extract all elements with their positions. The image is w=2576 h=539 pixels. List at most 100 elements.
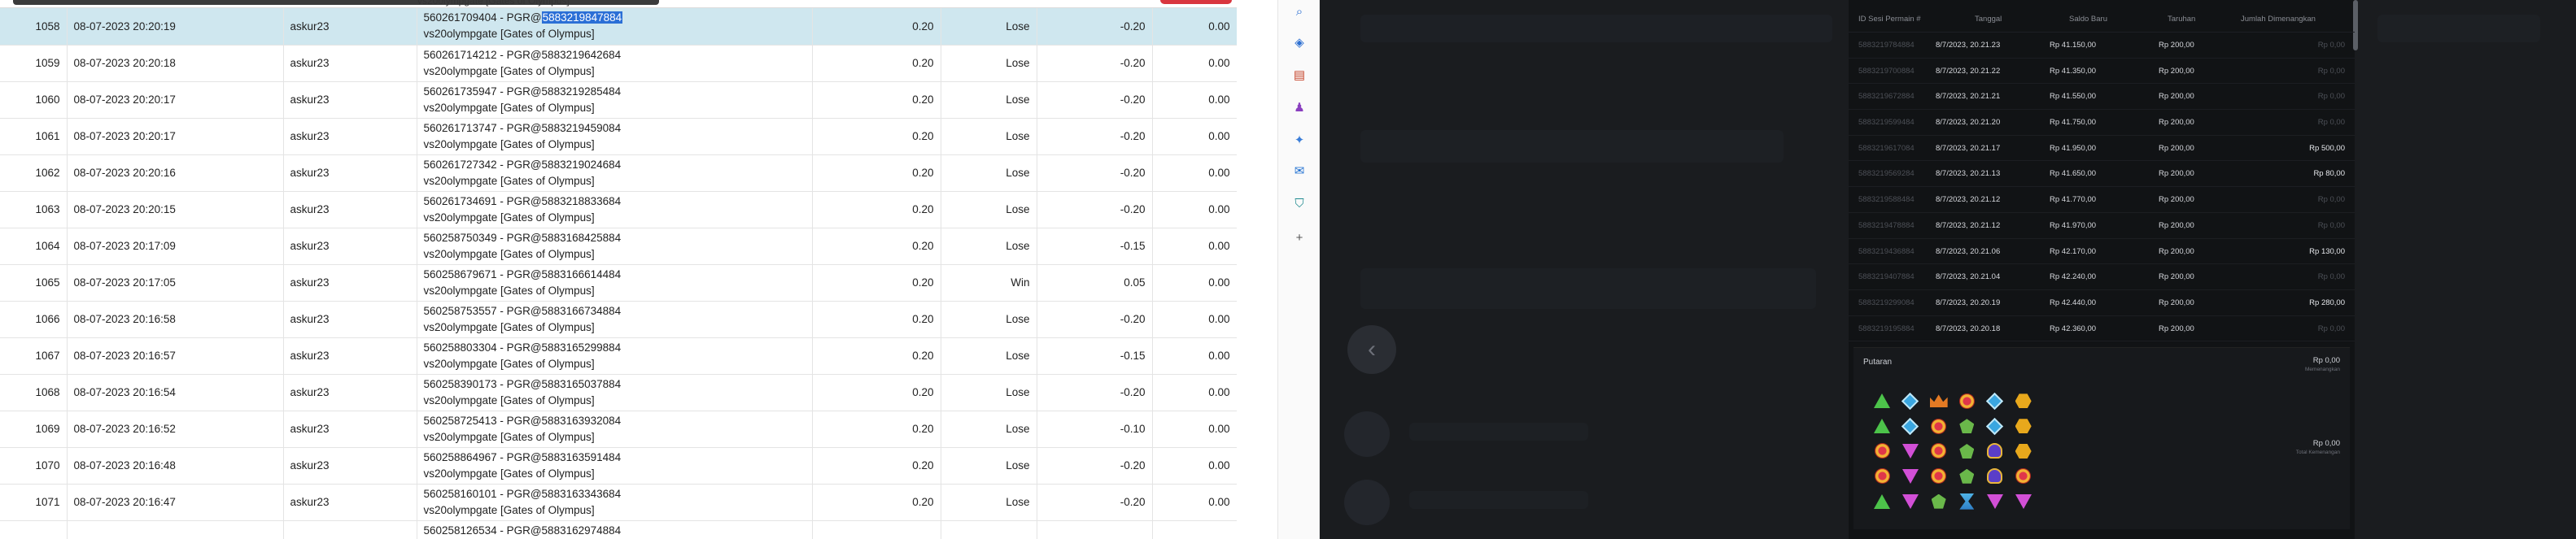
table-row[interactable]: 1059 08-07-2023 20:20:18 askur23 5602617142…	[0, 45, 1237, 82]
description-line: 560261713747 - PGR@5883219459084	[424, 120, 806, 137]
row-win-loss: -0.15	[1037, 228, 1153, 265]
table-row[interactable]: 1068 08-07-2023 20:16:54 askur23 5602583901…	[0, 374, 1237, 411]
row-user: askur23	[283, 374, 417, 411]
list-item[interactable]: 5883219588484 8/7/2023, 20.21.12 Rp 41.770…	[1849, 187, 2355, 213]
tag-icon[interactable]: ◈	[1291, 34, 1308, 50]
table-row[interactable]: 1061 08-07-2023 20:20:17 askur23 5602617137…	[0, 118, 1237, 155]
list-item[interactable]: 5883219195884 8/7/2023, 20.20.18 Rp 42.360…	[1849, 316, 2355, 342]
session-bet: Rp 200,00	[2159, 272, 2194, 282]
crown-symbol-icon	[1929, 394, 1948, 408]
description-line: 560261727342 - PGR@5883219024684	[424, 157, 806, 173]
row-number: 1067	[0, 337, 68, 375]
session-date: 8/7/2023, 20.20.19	[1936, 298, 2001, 307]
slot-cell	[2011, 465, 2036, 487]
add-icon[interactable]: +	[1291, 229, 1308, 246]
people-icon[interactable]: ♟	[1291, 99, 1308, 115]
description-game: vs20olympgate [Gates of Olympus]	[423, 247, 595, 260]
outlook-icon[interactable]: ✉	[1291, 163, 1308, 179]
row-result: Lose	[941, 411, 1037, 448]
row-balance: 0.00	[1152, 118, 1237, 155]
list-item[interactable]: 5883219700884 8/7/2023, 20.21.22 Rp 41.350…	[1849, 59, 2355, 85]
slot-cell	[1983, 465, 2008, 487]
slot-cell	[1954, 490, 1980, 512]
dtri-symbol-icon	[1901, 468, 1919, 484]
row-date: 08-07-2023 20:16:57	[67, 337, 284, 375]
list-item[interactable]: 5883219599484 8/7/2023, 20.21.20 Rp 41.750…	[1849, 110, 2355, 136]
slot-cell	[1926, 390, 1951, 412]
description-id: 560261713747 - PGR@5883219459084	[423, 121, 622, 134]
cut-top-row: vs20olympgate [Gates of Olympus]	[0, 0, 1237, 8]
row-win-loss: -0.15	[1037, 337, 1153, 375]
screen: vs20olympgate [Gates of Olympus] 1058 08-…	[0, 0, 2576, 539]
row-number: 1058	[0, 8, 68, 46]
table-row[interactable]: 1067 08-07-2023 20:16:57 askur23 5602588033…	[0, 337, 1237, 375]
session-bet: Rp 200,00	[2159, 195, 2194, 205]
col-win-amount: Jumlah Dimenangkan	[2241, 15, 2316, 24]
list-item[interactable]: 5883219617084 8/7/2023, 20.21.17 Rp 41.950…	[1849, 136, 2355, 162]
chevron-left-icon[interactable]: ‹	[1347, 325, 1396, 374]
slot-cell	[1983, 490, 2008, 512]
list-item[interactable]: 5883219478884 8/7/2023, 20.21.12 Rp 41.970…	[1849, 213, 2355, 239]
table-row[interactable]: 1064 08-07-2023 20:17:09 askur23 5602587503…	[0, 228, 1237, 265]
list-item[interactable]: 5883219299084 8/7/2023, 20.20.19 Rp 42.440…	[1849, 290, 2355, 316]
table-row[interactable]: 1062 08-07-2023 20:20:16 askur23 5602617273…	[0, 154, 1237, 192]
round-title: Putaran	[1863, 358, 1893, 367]
red-button[interactable]	[1160, 0, 1232, 4]
table-row[interactable]: 1065 08-07-2023 20:17:05 askur23 5602586796…	[0, 264, 1237, 302]
search-icon[interactable]: ⌕	[1291, 3, 1308, 20]
row-user: askur23	[283, 118, 417, 155]
table-row[interactable]: 1070 08-07-2023 20:16:48 askur23 5602588649…	[0, 447, 1237, 485]
row-number: 1065	[0, 264, 68, 302]
session-id: 5883219672884	[1858, 92, 1915, 102]
session-win: Rp 0,00	[2317, 272, 2345, 282]
description-game: vs20olympgate [Gates of Olympus]	[423, 467, 595, 480]
row-win-loss: 0.05	[1037, 264, 1153, 302]
round-detail: Putaran Rp 0,00 Memenangkan Rp 0,00 Tota…	[1853, 347, 2350, 529]
row-stake: 0.20	[812, 484, 941, 521]
row-result: Lose	[941, 374, 1037, 411]
table-row[interactable]: 560258126534 - PGR@5883162974884	[0, 520, 1237, 539]
session-bet: Rp 200,00	[2159, 41, 2194, 50]
row-description: 560258864967 - PGR@5883163591484 vs20olym…	[417, 447, 813, 485]
table-row[interactable]: 1058 08-07-2023 20:20:19 askur23 5602617094…	[0, 8, 1237, 46]
shopping-icon[interactable]: ⛉	[1291, 195, 1308, 211]
table-row[interactable]: 1066 08-07-2023 20:16:58 askur23 5602587535…	[0, 301, 1237, 338]
session-balance: Rp 42.360,00	[2050, 324, 2097, 333]
slot-cell	[2011, 490, 2036, 512]
row-user: askur23	[283, 264, 417, 302]
copilot-icon[interactable]: ✦	[1291, 132, 1308, 148]
description-game: vs20olympgate [Gates of Olympus]	[423, 430, 595, 443]
session-balance: Rp 42.240,00	[2050, 272, 2097, 282]
row-date: 08-07-2023 20:16:54	[67, 374, 284, 411]
table-row[interactable]: 1069 08-07-2023 20:16:52 askur23 5602587254…	[0, 411, 1237, 448]
ring-symbol-icon	[2015, 468, 2032, 485]
list-item[interactable]: 5883219569284 8/7/2023, 20.21.13 Rp 41.650…	[1849, 161, 2355, 188]
row-result: Lose	[941, 191, 1037, 228]
list-item[interactable]: 5883219436884 8/7/2023, 20.21.06 Rp 42.170…	[1849, 239, 2355, 265]
table-row[interactable]: 1060 08-07-2023 20:20:17 askur23 5602617359…	[0, 81, 1237, 119]
slot-cell	[1870, 415, 1895, 437]
table-row[interactable]: 1071 08-07-2023 20:16:47 askur23 5602581601…	[0, 484, 1237, 521]
row-result: Lose	[941, 118, 1037, 155]
slot-cell	[1898, 441, 1923, 463]
description-id: 560261734691 - PGR@5883218833684	[423, 194, 622, 207]
row-user: askur23	[283, 411, 417, 448]
list-item[interactable]: 5883219407884 8/7/2023, 20.21.04 Rp 42.240…	[1849, 264, 2355, 290]
table-row[interactable]: 1063 08-07-2023 20:20:15 askur23 5602617346…	[0, 191, 1237, 228]
row-balance: 0.00	[1152, 301, 1237, 338]
session-win: Rp 80,00	[2313, 169, 2345, 179]
row-description: 560261734691 - PGR@5883218833684 vs20olym…	[417, 191, 813, 228]
row-number: 1064	[0, 228, 68, 265]
session-bet: Rp 200,00	[2159, 92, 2194, 102]
casino-background: ‹ ID Sesi Permain # Tanggal Saldo Baru T…	[1320, 0, 2576, 539]
briefcase-icon[interactable]: ▤	[1291, 67, 1308, 83]
list-item[interactable]: 5883219784884 8/7/2023, 20.21.23 Rp 41.150…	[1849, 33, 2355, 59]
list-item[interactable]: 5883219672884 8/7/2023, 20.21.21 Rp 41.550…	[1849, 84, 2355, 111]
session-date: 8/7/2023, 20.21.17	[1936, 143, 2001, 153]
row-balance: 0.00	[1152, 447, 1237, 485]
description-id: 560258679671 - PGR@5883166614484	[423, 267, 622, 280]
total-amount-label: Total Kemenangan	[2295, 450, 2340, 455]
session-win: Rp 0,00	[2317, 66, 2345, 76]
row-date: 08-07-2023 20:20:19	[67, 8, 284, 46]
slot-cell	[1870, 490, 1895, 512]
